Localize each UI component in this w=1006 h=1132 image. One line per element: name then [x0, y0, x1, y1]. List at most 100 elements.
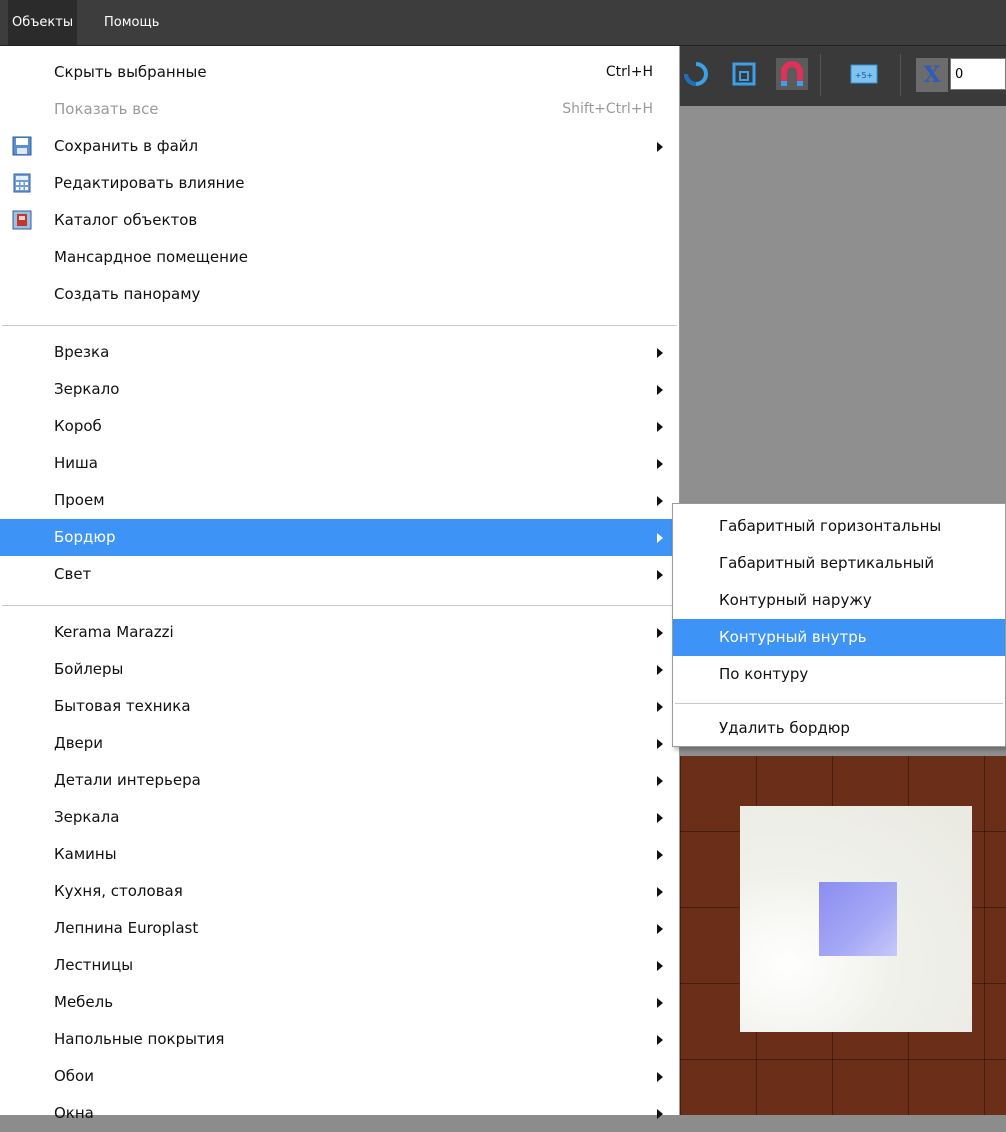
menu-item-boilers[interactable]: Бойлеры — [0, 651, 679, 688]
menu-item-create-panorama[interactable]: Создать панораму — [0, 276, 679, 313]
tape-measure-icon[interactable]: +5+ — [848, 58, 880, 90]
menu-item-label: Короб — [54, 417, 102, 435]
submenu-item-overall-horizontal[interactable]: Габаритный горизонтальны — [673, 508, 1005, 545]
menu-item-label: Окна — [54, 1104, 94, 1122]
menu-bar: Объекты Помощь — [0, 0, 1006, 46]
menu-item-furniture[interactable]: Мебель — [0, 984, 679, 1021]
menu-item-object-catalog[interactable]: Каталог объектов — [0, 202, 679, 239]
submenu-arrow-icon — [657, 665, 663, 675]
menu-item-save-to-file[interactable]: Сохранить в файл — [0, 128, 679, 165]
menu-item-fireplaces[interactable]: Камины — [0, 836, 679, 873]
menu-item-label: Мансардное помещение — [54, 248, 248, 266]
menu-item-label: Обои — [54, 1067, 94, 1085]
menu-item-kitchen-dining[interactable]: Кухня, столовая — [0, 873, 679, 910]
catalog-icon — [12, 210, 32, 230]
border-submenu: Габаритный горизонтальны Габаритный верт… — [672, 503, 1006, 747]
menu-item-label: Камины — [54, 845, 117, 863]
menu-item-attic-room[interactable]: Мансардное помещение — [0, 239, 679, 276]
submenu-arrow-icon — [657, 739, 663, 749]
menu-item-hide-selected[interactable]: Скрыть выбранные Ctrl+H — [0, 54, 679, 91]
menu-item-label: Зеркала — [54, 808, 120, 826]
menu-item-label: Лестницы — [54, 956, 134, 974]
menu-separator — [2, 605, 677, 606]
submenu-item-delete-border[interactable]: Удалить бордюр — [673, 710, 1005, 747]
submenu-arrow-icon — [657, 924, 663, 934]
save-icon — [12, 136, 32, 156]
rotate-icon[interactable] — [680, 58, 712, 90]
menu-item-edit-influence[interactable]: Редактировать влияние — [0, 165, 679, 202]
menu-item-label: Бытовая техника — [54, 697, 191, 715]
menu-separator — [675, 703, 1003, 704]
submenu-arrow-icon — [657, 422, 663, 432]
menu-item-label: Редактировать влияние — [54, 174, 245, 192]
menu-separator — [2, 325, 677, 326]
submenu-arrow-icon — [657, 850, 663, 860]
objects-dropdown-menu: Скрыть выбранные Ctrl+H Показать все Shi… — [0, 46, 680, 1122]
submenu-arrow-icon — [657, 1035, 663, 1045]
submenu-arrow-icon — [657, 998, 663, 1008]
menu-item-label: Бордюр — [54, 528, 116, 546]
svg-text:+5+: +5+ — [855, 71, 874, 80]
menu-item-label: Кухня, столовая — [54, 882, 183, 900]
submenu-arrow-icon — [657, 496, 663, 506]
menu-item-label: Двери — [54, 734, 104, 752]
menu-objects[interactable]: Объекты — [8, 0, 78, 45]
shortcut-label: Ctrl+H — [605, 64, 653, 80]
submenu-arrow-icon — [657, 702, 663, 712]
x-coordinate-input[interactable] — [950, 58, 1006, 90]
menu-item-windows[interactable]: Окна — [0, 1095, 679, 1132]
submenu-arrow-icon — [657, 533, 663, 543]
submenu-arrow-icon — [657, 385, 663, 395]
menu-item-opening[interactable]: Проем — [0, 482, 679, 519]
menu-item-label: Контурный наружу — [719, 591, 872, 609]
submenu-item-along-contour[interactable]: По контуру — [673, 656, 1005, 693]
menu-item-insert[interactable]: Врезка — [0, 334, 679, 371]
submenu-item-overall-vertical[interactable]: Габаритный вертикальный — [673, 545, 1005, 582]
menu-item-label: Бойлеры — [54, 660, 124, 678]
menu-item-wallpaper[interactable]: Обои — [0, 1058, 679, 1095]
menu-item-europlast-moulding[interactable]: Лепнина Europlast — [0, 910, 679, 947]
menu-item-label: Показать все — [54, 100, 159, 118]
menu-item-label: Проем — [54, 491, 105, 509]
submenu-item-contour-inside[interactable]: Контурный внутрь — [673, 619, 1005, 656]
submenu-arrow-icon — [657, 813, 663, 823]
submenu-arrow-icon — [657, 348, 663, 358]
menu-item-border[interactable]: Бордюр — [0, 519, 679, 556]
submenu-arrow-icon — [657, 142, 663, 152]
menu-item-niche[interactable]: Ниша — [0, 445, 679, 482]
menu-item-label: По контуру — [719, 665, 809, 683]
menu-item-label: Напольные покрытия — [54, 1030, 225, 1048]
menu-item-flooring[interactable]: Напольные покрытия — [0, 1021, 679, 1058]
menu-item-label: Габаритный горизонтальны — [719, 517, 942, 535]
menu-item-appliances[interactable]: Бытовая техника — [0, 688, 679, 725]
magnet-icon[interactable] — [776, 58, 808, 90]
menu-item-label: Лепнина Europlast — [54, 919, 199, 937]
selected-object[interactable] — [819, 882, 897, 956]
menu-item-label: Сохранить в файл — [54, 137, 199, 155]
submenu-arrow-icon — [657, 1072, 663, 1082]
menu-item-mirror[interactable]: Зеркало — [0, 371, 679, 408]
menu-help[interactable]: Помощь — [100, 0, 163, 45]
menu-item-doors[interactable]: Двери — [0, 725, 679, 762]
menu-item-kerama-marazzi[interactable]: Kerama Marazzi — [0, 614, 679, 651]
menu-item-show-all[interactable]: Показать все Shift+Ctrl+H — [0, 91, 679, 128]
menu-item-label: Ниша — [54, 454, 98, 472]
x-coordinate-label: X — [916, 58, 948, 92]
menu-item-label: Контурный внутрь — [719, 628, 867, 646]
toolbar: +5+ X — [680, 46, 1006, 106]
menu-item-label: Каталог объектов — [54, 211, 198, 229]
menu-item-light[interactable]: Свет — [0, 556, 679, 593]
menu-item-label: Детали интерьера — [54, 771, 201, 789]
menu-item-label: Мебель — [54, 993, 114, 1011]
menu-item-box[interactable]: Короб — [0, 408, 679, 445]
menu-item-mirrors[interactable]: Зеркала — [0, 799, 679, 836]
menu-item-label: Врезка — [54, 343, 110, 361]
submenu-item-contour-outside[interactable]: Контурный наружу — [673, 582, 1005, 619]
menu-item-label: Скрыть выбранные — [54, 63, 207, 81]
submenu-arrow-icon — [657, 628, 663, 638]
submenu-arrow-icon — [657, 961, 663, 971]
calculator-icon — [13, 173, 31, 193]
menu-item-interior-details[interactable]: Детали интерьера — [0, 762, 679, 799]
menu-item-stairs[interactable]: Лестницы — [0, 947, 679, 984]
frame-icon[interactable] — [728, 58, 760, 90]
